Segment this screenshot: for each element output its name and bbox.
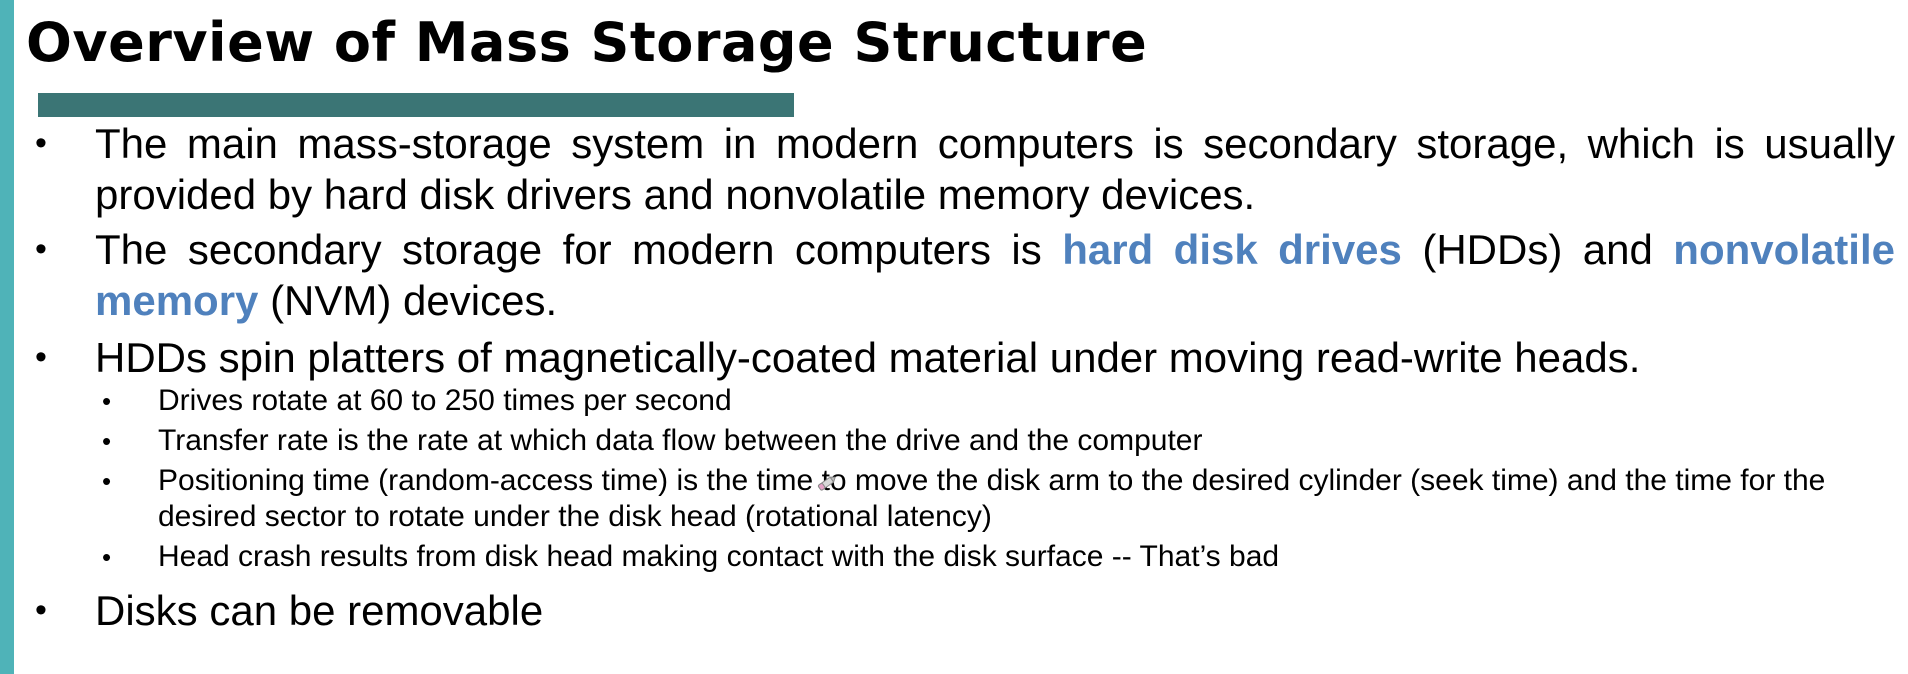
- highlight-hard-disk-drives: hard disk drives: [1062, 226, 1402, 273]
- bullet-2: • The secondary storage for modern compu…: [28, 224, 1895, 326]
- bullet-2-part1: The secondary storage for modern compute…: [95, 226, 1063, 273]
- bullet-3: • HDDs spin platters of magnetically-coa…: [28, 332, 1868, 383]
- sub-bullet-dot: •: [102, 386, 112, 416]
- bullet-1-text: The main mass-storage system in modern c…: [95, 120, 1895, 218]
- slide-title: Overview of Mass Storage Structure: [26, 11, 1148, 74]
- bullet-dot: •: [35, 124, 47, 162]
- bullet-2-part3: (NVM) devices.: [258, 277, 558, 324]
- sub-bullet-3: • Positioning time (random-access time) …: [28, 463, 1868, 535]
- sub-bullet-list: • Drives rotate at 60 to 250 times per s…: [28, 383, 1868, 575]
- sub-bullet-1: • Drives rotate at 60 to 250 times per s…: [28, 383, 1868, 419]
- bullet-3-text: HDDs spin platters of magnetically-coate…: [95, 334, 1641, 381]
- bullet-4: • Disks can be removable: [28, 585, 1868, 636]
- sub-bullet-1-text: Drives rotate at 60 to 250 times per sec…: [158, 384, 732, 417]
- bullet-dot: •: [35, 338, 47, 376]
- sub-bullet-3-part1: Positioning time (random-access time) is…: [158, 464, 822, 497]
- sub-bullet-3-text: Positioning time (random-access time) is…: [158, 464, 1825, 533]
- bullet-4-text: Disks can be removable: [95, 587, 544, 634]
- sub-bullet-2: • Transfer rate is the rate at which dat…: [28, 423, 1868, 459]
- sub-bullet-2-text: Transfer rate is the rate at which data …: [158, 424, 1203, 457]
- sub-bullet-4-text: Head crash results from disk head making…: [158, 540, 1280, 573]
- sub-bullet-4: • Head crash results from disk head maki…: [28, 539, 1868, 575]
- bullet-1: • The main mass-storage system in modern…: [28, 118, 1895, 220]
- title-underline: [38, 93, 794, 117]
- slide-content: • The main mass-storage system in modern…: [28, 118, 1895, 636]
- sub-bullet-dot: •: [102, 466, 112, 496]
- bullet-2-part2: (HDDs) and: [1401, 226, 1674, 273]
- bullet-dot: •: [35, 591, 47, 629]
- pen-cursor-icon: [816, 464, 838, 491]
- bullet-dot: •: [35, 230, 47, 268]
- sub-bullet-dot: •: [102, 426, 112, 456]
- slide-accent-bar: [0, 0, 14, 674]
- bullet-2-text: The secondary storage for modern compute…: [95, 224, 1895, 326]
- sub-bullet-dot: •: [102, 542, 112, 572]
